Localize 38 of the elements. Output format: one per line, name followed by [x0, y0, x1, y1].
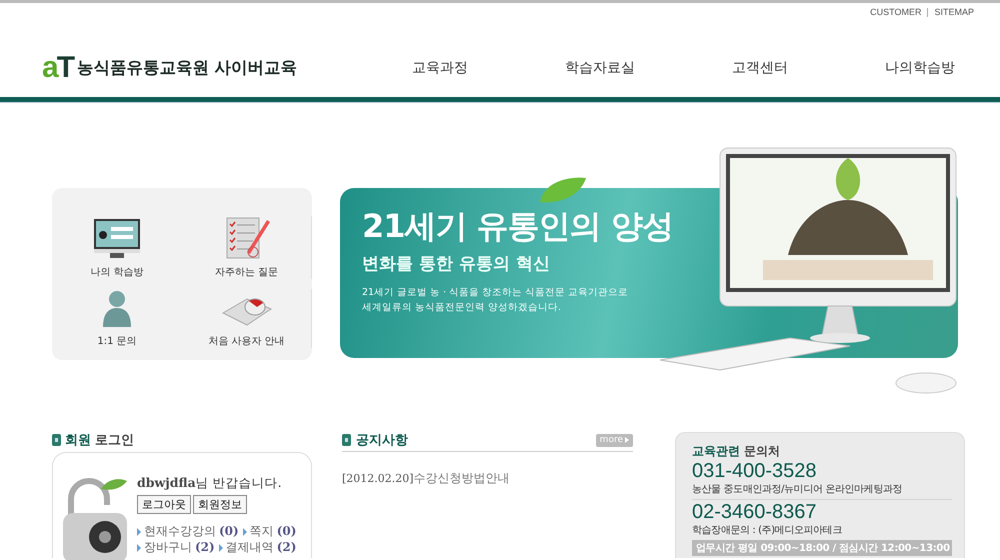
- nav-link[interactable]: 교육과정: [360, 59, 520, 77]
- banner-headline: 21세기 유통인의 양성: [362, 206, 673, 247]
- business-hours: 업무시간 평일 09:00~18:00 / 점심시간 12:00~13:00: [692, 540, 952, 556]
- account-link[interactable]: 쪽지 (0): [242, 524, 296, 539]
- phone-description: 학습장애문의 : (주)메디오피아테크: [692, 524, 843, 537]
- notice-item[interactable]: [2012.02.20]수강신청방법안내: [342, 470, 633, 487]
- account-link[interactable]: 장바구니 (2): [137, 540, 215, 555]
- account-link[interactable]: 결제내역 (2): [218, 540, 296, 555]
- section-title: 로그인: [95, 432, 134, 449]
- section-bullet-icon: [52, 434, 61, 446]
- banner-subheadline: 변화를 통한 유통의 혁신: [362, 252, 551, 275]
- section-bullet-icon: [342, 434, 351, 446]
- logo-mark[interactable]: aT: [42, 53, 74, 83]
- account-link[interactable]: 현재수강강의 (0): [137, 524, 239, 539]
- quick-menu-link[interactable]: 나의 학습방: [90, 265, 144, 279]
- monitor-icon: [93, 218, 141, 260]
- banner-description: 21세기 글로벌 농 · 식품을 창조하는 식품전문 교육기관으로 세계일류의 농식품전문인력 양성하겠습니다.: [362, 286, 630, 315]
- person-icon: [101, 289, 133, 329]
- account-button[interactable]: 회원정보: [193, 495, 247, 514]
- phone-number: 031-400-3528: [692, 460, 818, 482]
- quick-menu-link[interactable]: 1:1 문의: [97, 334, 137, 348]
- nav-link[interactable]: 고객센터: [680, 59, 840, 77]
- section-title: 문의처: [744, 444, 780, 458]
- section-title: 회원: [65, 432, 91, 449]
- nav-link[interactable]: 학습자료실: [520, 59, 680, 77]
- quick-menu-link[interactable]: 자주하는 질문: [214, 265, 278, 279]
- phone-description: 농산물 중도매인과정/뉴미디어 온라인마케팅과정: [692, 483, 904, 496]
- utility-link[interactable]: SITEMAP: [934, 7, 974, 17]
- section-title: 교육관련: [692, 444, 740, 458]
- phone-number: 02-3460-8367: [692, 501, 818, 523]
- chevron-icon: [625, 437, 629, 443]
- utility-link[interactable]: CUSTOMER: [870, 7, 922, 17]
- welcome-message: dbwjdfla님 반갑습니다.: [137, 475, 283, 492]
- quick-menu-link[interactable]: 처음 사용자 안내: [208, 334, 285, 348]
- account-button[interactable]: 로그아웃: [137, 495, 191, 514]
- section-title: 공지사항: [356, 432, 409, 449]
- site-title[interactable]: 농식품유통교육원 사이버교육: [77, 57, 297, 79]
- nav-link[interactable]: 나의학습방: [840, 59, 1000, 77]
